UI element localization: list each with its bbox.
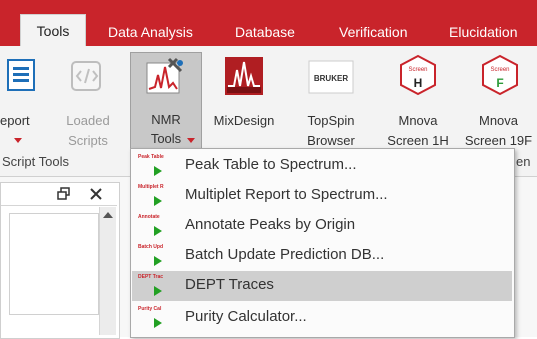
menu-item-dept-traces[interactable]: DEPT Trac DEPT Traces: [132, 271, 512, 301]
mnova-screen-1h-button[interactable]: Screen H Mnova Screen 1H: [380, 52, 456, 150]
loaded-scripts-label-2: Scripts: [68, 133, 108, 148]
menu-item-thumbnail: Multiplet R: [138, 184, 164, 190]
restore-window-icon[interactable]: [57, 187, 71, 201]
topspin-label-1: TopSpin: [307, 113, 355, 128]
menu-item-thumbnail: Annotate: [138, 214, 160, 220]
chevron-down-icon: [187, 138, 195, 143]
svg-text:Screen: Screen: [408, 67, 427, 73]
tab-data-analysis[interactable]: Data Analysis: [108, 24, 193, 40]
nmr-tools-label-1: NMR: [151, 112, 181, 127]
menu-item-batch-update[interactable]: Batch Upd Batch Update Prediction DB...: [132, 241, 512, 271]
menu-item-label: Purity Calculator...: [185, 308, 307, 325]
chevron-down-icon: [14, 138, 22, 143]
group-label-screen: en: [516, 154, 531, 169]
nmr-tools-icon: [146, 57, 183, 94]
mixdesign-icon: [225, 57, 263, 95]
svg-text:H: H: [414, 76, 423, 90]
menu-item-purity-calculator[interactable]: Purity Cal Purity Calculator...: [132, 303, 512, 333]
tab-elucidation[interactable]: Elucidation: [449, 24, 518, 40]
mixdesign-label: MixDesign: [213, 113, 275, 128]
menu-item-label: Multiplet Report to Spectrum...: [185, 186, 388, 203]
play-icon: [154, 318, 162, 328]
tree-panel: [9, 213, 99, 315]
play-icon: [154, 226, 162, 236]
side-pane: [0, 182, 120, 339]
menu-item-label: Batch Update Prediction DB...: [185, 246, 385, 263]
report-label: eport: [0, 113, 30, 128]
divider: [1, 205, 117, 206]
menu-item-label: Annotate Peaks by Origin: [185, 216, 356, 233]
screen-19f-icon: Screen F: [482, 54, 518, 96]
screen-1h-icon: Screen H: [400, 54, 436, 96]
loaded-scripts-button[interactable]: Loaded Scripts: [58, 52, 118, 150]
bruker-icon: BRUKER: [308, 60, 354, 94]
svg-text:Screen: Screen: [490, 67, 509, 73]
report-button[interactable]: eport: [0, 52, 48, 150]
menu-item-multiplet-report[interactable]: Multiplet R Multiplet Report to Spectrum…: [132, 181, 512, 211]
loaded-scripts-label-1: Loaded: [66, 113, 110, 128]
screen-1h-label-1: Mnova: [398, 113, 438, 128]
tab-database[interactable]: Database: [235, 24, 295, 40]
tab-tools[interactable]: Tools: [20, 14, 86, 46]
play-icon: [154, 286, 162, 296]
scroll-icon: [71, 61, 101, 91]
report-icon: [7, 59, 35, 91]
nmr-tools-button[interactable]: NMR Tools: [130, 52, 202, 150]
scrollbar[interactable]: [99, 207, 116, 335]
menu-item-thumbnail: Batch Upd: [138, 244, 163, 250]
play-icon: [154, 166, 162, 176]
menu-item-label: Peak Table to Spectrum...: [185, 156, 357, 173]
mnova-screen-19f-button[interactable]: Screen F Mnova Screen 19F: [460, 52, 537, 150]
scroll-up-icon[interactable]: [103, 211, 113, 219]
nmr-tools-menu: Peak Table Peak Table to Spectrum... Mul…: [130, 148, 515, 338]
svg-text:BRUKER: BRUKER: [314, 74, 348, 83]
group-label-script-tools: Script Tools: [2, 154, 69, 169]
tab-verification[interactable]: Verification: [339, 24, 407, 40]
mixdesign-button[interactable]: MixDesign: [208, 52, 280, 150]
menu-item-thumbnail: Peak Table: [138, 154, 164, 160]
menu-item-thumbnail: Purity Cal: [138, 306, 162, 312]
menu-item-thumbnail: DEPT Trac: [138, 274, 164, 280]
play-icon: [154, 196, 162, 206]
screen-19f-label-1: Mnova: [478, 113, 519, 128]
menu-item-label: DEPT Traces: [185, 276, 274, 293]
play-icon: [154, 256, 162, 266]
topspin-browser-button[interactable]: BRUKER TopSpin Browser: [296, 52, 366, 150]
menu-item-annotate-peaks[interactable]: Annotate Annotate Peaks by Origin: [132, 211, 512, 241]
close-icon[interactable]: [89, 187, 103, 201]
svg-text:F: F: [496, 76, 503, 90]
menu-item-peak-table[interactable]: Peak Table Peak Table to Spectrum...: [132, 151, 512, 181]
ribbon-tab-bar: Tools Data Analysis Database Verificatio…: [0, 0, 537, 46]
